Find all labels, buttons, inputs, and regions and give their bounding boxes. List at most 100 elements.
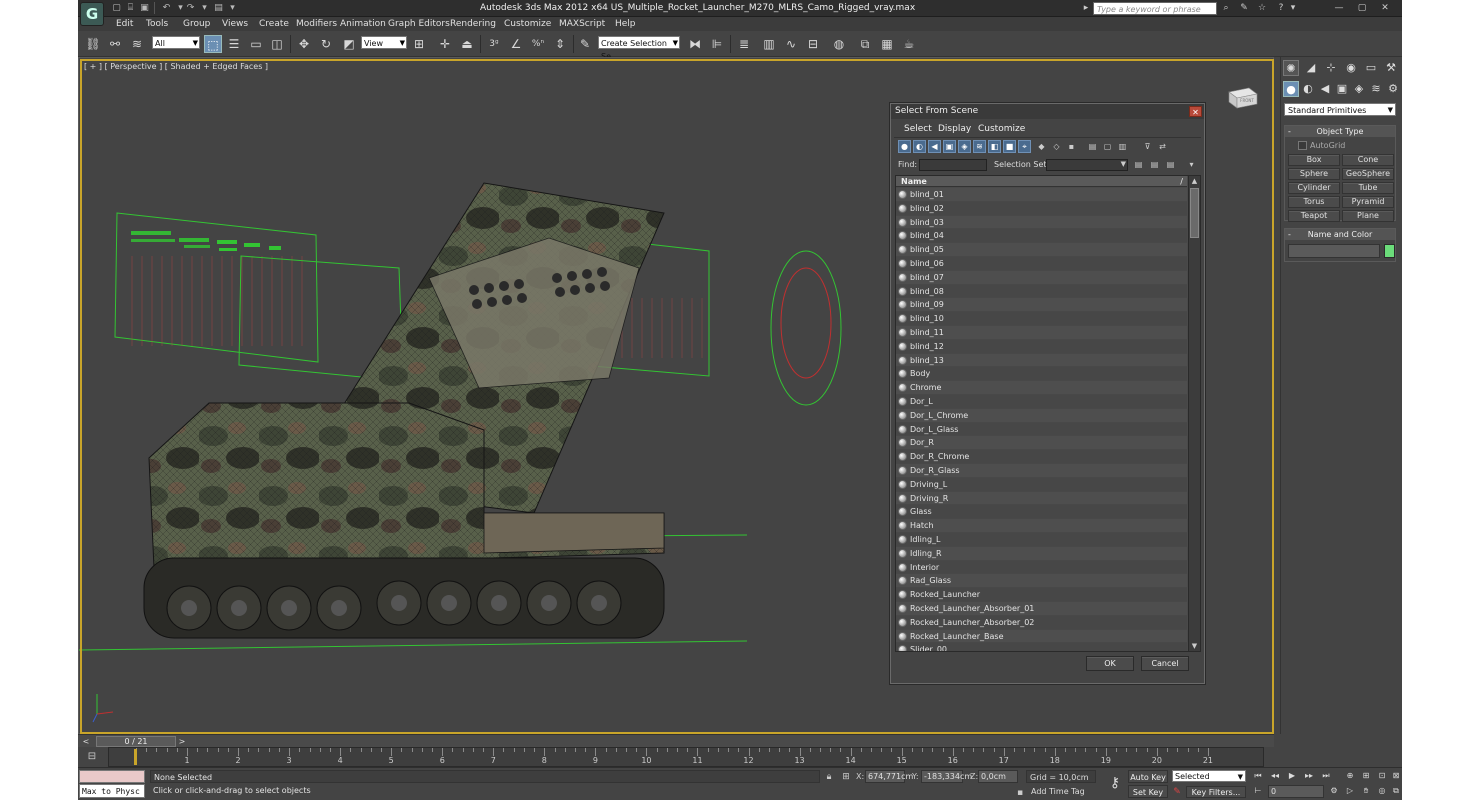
select-object-icon[interactable]: ⬚ — [204, 35, 222, 53]
redo-dropdown-icon[interactable]: ▾ — [198, 2, 211, 14]
set-keys-key-icon[interactable]: ⚷ — [1104, 773, 1126, 793]
list-item[interactable]: blind_07 — [896, 270, 1187, 285]
add-time-tag-button[interactable]: Add Time Tag — [1026, 786, 1096, 798]
layer-manager-icon[interactable]: ≣ — [735, 35, 753, 53]
new-file-icon[interactable]: ▢ — [110, 2, 123, 14]
schematic-view-icon[interactable]: ⊟ — [804, 35, 822, 53]
angle-snap-icon[interactable]: ∠ — [507, 35, 525, 53]
ok-button[interactable]: OK — [1086, 656, 1134, 671]
key-filters-button[interactable]: Key Filters... — [1186, 786, 1246, 798]
absolute-mode-icon[interactable]: ⊞ — [840, 771, 852, 783]
list-item[interactable]: blind_02 — [896, 201, 1187, 216]
display-bones-icon[interactable]: ⌖ — [1018, 140, 1031, 153]
utilities-tab-icon[interactable]: ⚒ — [1383, 60, 1399, 76]
list-item[interactable]: Idling_L — [896, 532, 1187, 547]
auto-key-button[interactable]: Auto Key — [1128, 770, 1168, 783]
time-tag-icon[interactable]: ▪ — [1014, 787, 1026, 799]
teapot-button[interactable]: Teapot — [1288, 210, 1340, 222]
list-item[interactable]: Rocked_Launcher — [896, 588, 1187, 602]
select-by-name-icon[interactable]: ☰ — [225, 35, 243, 53]
name-column-header[interactable]: Name / — [896, 176, 1187, 187]
y-coordinate-field[interactable]: -183,334cm — [921, 770, 972, 783]
menu-graph-editors[interactable]: Graph Editors — [388, 18, 450, 30]
menu-rendering[interactable]: Rendering — [450, 18, 496, 30]
pivot-center-icon[interactable]: ⊞ — [410, 35, 428, 53]
select-scale-icon[interactable]: ◩ — [340, 35, 358, 53]
sync-selection-icon[interactable]: ⇄ — [1156, 140, 1169, 153]
previous-key-icon[interactable]: ◂◂ — [1268, 770, 1282, 782]
list-item[interactable]: Rocked_Launcher_Absorber_01 — [896, 601, 1187, 616]
create-set-icon[interactable]: ▤ — [1132, 158, 1145, 171]
menu-help[interactable]: Help — [615, 18, 636, 30]
zoom-extents-icon[interactable]: ⊡ — [1375, 770, 1389, 782]
list-item[interactable]: Driving_R — [896, 491, 1187, 506]
list-item[interactable]: Dor_L — [896, 394, 1187, 409]
list-item[interactable]: Idling_R — [896, 546, 1187, 561]
object-color-swatch[interactable] — [1384, 244, 1395, 258]
time-slider-thumb[interactable]: 0 / 21 — [96, 736, 176, 747]
current-frame-field[interactable]: 0 — [1268, 785, 1324, 798]
list-item[interactable]: Rocked_Launcher_Base — [896, 629, 1187, 644]
save-file-icon[interactable]: ▣ — [138, 2, 151, 14]
tube-button[interactable]: Tube — [1342, 182, 1394, 194]
minimize-icon[interactable]: — — [1330, 2, 1348, 14]
quick-access-dropdown-icon[interactable]: ▾ — [226, 2, 239, 14]
list-item[interactable]: blind_11 — [896, 325, 1187, 340]
go-to-end-icon[interactable]: ⏭ — [1319, 770, 1333, 782]
object-list[interactable]: Name / blind_01 blind_02 blind_03 blind_04 bl… — [895, 175, 1201, 652]
percent-snap-icon[interactable]: %ⁿ — [529, 35, 547, 53]
render-production-icon[interactable]: ☕ — [900, 35, 918, 53]
select-move-icon[interactable]: ✥ — [295, 35, 313, 53]
lights-category-icon[interactable]: ◀ — [1317, 81, 1333, 97]
communication-center-icon[interactable]: ✎ — [1237, 2, 1251, 15]
object-name-input[interactable] — [1288, 244, 1380, 258]
spinner-snap-icon[interactable]: ⇕ — [551, 35, 569, 53]
autogrid-checkbox[interactable] — [1298, 141, 1307, 150]
app-menu-button[interactable]: G — [80, 2, 104, 26]
list-item[interactable]: blind_08 — [896, 284, 1187, 299]
zoom-icon[interactable]: ⊕ — [1343, 770, 1357, 782]
unlink-icon[interactable]: ⚯ — [106, 35, 124, 53]
rectangular-selection-icon[interactable]: ▭ — [247, 35, 265, 53]
list-item[interactable]: Dor_R_Chrome — [896, 450, 1187, 464]
list-item[interactable]: Slider_00 — [896, 643, 1187, 651]
menu-modifiers[interactable]: Modifiers — [296, 18, 337, 30]
next-key-icon[interactable]: ▸▸ — [1302, 770, 1316, 782]
menu-create[interactable]: Create — [259, 18, 289, 30]
list-scrollbar[interactable]: ▲ ▼ — [1188, 176, 1200, 651]
pyramid-button[interactable]: Pyramid — [1342, 196, 1394, 208]
reference-coordinate-dropdown[interactable]: View ▼ — [361, 36, 407, 49]
find-input[interactable] — [919, 159, 987, 171]
key-mode-toggle-icon[interactable]: ⊢ — [1251, 785, 1265, 797]
display-none-icon[interactable]: ▢ — [1101, 140, 1114, 153]
set-key-button[interactable]: Set Key — [1128, 785, 1168, 798]
list-item[interactable]: Interior — [896, 560, 1187, 575]
x-coordinate-field[interactable]: 674,771cm — [865, 770, 913, 783]
list-item[interactable]: blind_03 — [896, 215, 1187, 230]
torus-button[interactable]: Torus — [1288, 196, 1340, 208]
info-center-arrow-icon[interactable]: ▸ — [1079, 2, 1093, 15]
display-groups-icon[interactable]: ◧ — [988, 140, 1001, 153]
list-item[interactable]: Hatch — [896, 519, 1187, 533]
viewcube[interactable]: FRONT — [1225, 84, 1259, 110]
list-item[interactable]: blind_12 — [896, 339, 1187, 354]
align-icon[interactable]: ⊫ — [708, 35, 726, 53]
menu-tools[interactable]: Tools — [146, 18, 168, 30]
menu-maxscript[interactable]: MAXScript — [559, 18, 605, 30]
scroll-thumb[interactable] — [1190, 188, 1199, 238]
scroll-up-icon[interactable]: ▲ — [1189, 176, 1200, 186]
close-icon[interactable]: ✕ — [1189, 106, 1202, 117]
selection-set-dropdown[interactable]: ▼ — [1046, 159, 1128, 171]
filter-icon[interactable]: ⊽ — [1141, 140, 1154, 153]
maximize-viewport-icon[interactable]: ⧉ — [1389, 785, 1402, 797]
close-window-icon[interactable]: ✕ — [1376, 2, 1394, 14]
list-item[interactable]: blind_13 — [896, 353, 1187, 368]
systems-category-icon[interactable]: ⚙ — [1385, 81, 1401, 97]
pan-view-icon[interactable]: ✋︎ — [1359, 785, 1373, 797]
list-item[interactable]: Dor_L_Chrome — [896, 408, 1187, 423]
object-type-header[interactable]: - Object Type — [1285, 126, 1395, 137]
display-tab-icon[interactable]: ▭ — [1363, 60, 1379, 76]
add-to-set-icon[interactable]: ▤ — [1148, 158, 1161, 171]
field-of-view-icon[interactable]: ▷ — [1343, 785, 1357, 797]
display-all-icon[interactable]: ▤ — [1086, 140, 1099, 153]
